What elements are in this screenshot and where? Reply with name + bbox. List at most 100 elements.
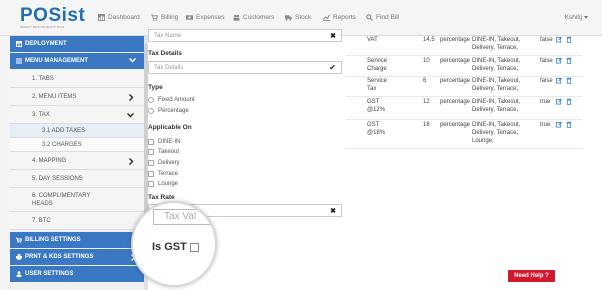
sidebar-item-tabs[interactable]: 1. TABS	[10, 70, 146, 88]
sidebar-item-day-sessions[interactable]: 5. DAY SESSIONS	[10, 170, 146, 188]
tax-applicable-cell: DINE-IN, Takeout, Delivery, Terrace,	[472, 37, 521, 51]
sidebar-prnt-kds-settings[interactable]: PRNT & KDS SETTINGS	[10, 249, 146, 265]
chevron-down-icon	[129, 58, 136, 63]
cart-icon	[151, 14, 158, 21]
tax-details-input[interactable]: Tax Details ✔	[148, 61, 342, 74]
sidebar-label: 4. MAPPING	[32, 157, 67, 164]
sidebar-label: PRNT & KDS SETTINGS	[25, 254, 94, 260]
type-label: Type	[148, 84, 163, 91]
tax-name-cell: GST @12%	[367, 99, 386, 113]
sidebar-label: 2. MENU ITEMS	[32, 93, 77, 100]
nav-label: Find Bill	[376, 14, 400, 21]
type-percentage-radio[interactable]: Percentage	[148, 108, 189, 114]
search-icon	[366, 14, 373, 21]
sidebar-item-add-taxes[interactable]: 3.1 ADD TAXES	[10, 124, 146, 138]
clear-icon[interactable]: ✖	[330, 32, 336, 40]
applicable-delivery-checkbox[interactable]: Delivery	[148, 160, 180, 166]
nav-billing[interactable]: Billing	[151, 14, 178, 21]
tax-value-input-zoomed[interactable]: Tax Val	[153, 209, 215, 225]
tax-type-cell: percentage	[440, 78, 471, 84]
sidebar-item-tax[interactable]: 3. TAX	[10, 106, 146, 124]
tax-name-input[interactable]: Tax Name ✖	[148, 29, 342, 42]
is-gst-field[interactable]: Is GST	[152, 241, 199, 253]
radio-label: Fixed Amount	[158, 97, 195, 103]
nav-stock[interactable]: Stock	[285, 14, 311, 21]
tax-type-cell: percentage	[440, 58, 471, 64]
nav-expenses[interactable]: Expenses	[186, 14, 225, 21]
tax-rate-cell: 14.5	[423, 37, 435, 43]
checkbox[interactable]	[148, 181, 154, 187]
input-placeholder: Tax Val	[164, 211, 197, 222]
nav-label: Reports	[333, 14, 356, 21]
sidebar-user-settings[interactable]: USER SETTINGS	[10, 266, 146, 282]
sidebar: DEPLOYMENT MENU MANAGEMENT 1. TABS 2. ME…	[10, 36, 146, 290]
is-gst-checkbox[interactable]	[189, 242, 199, 252]
applicable-takeout-checkbox[interactable]: Takeout	[148, 149, 179, 155]
users-icon	[233, 14, 240, 21]
applicable-terrace-checkbox[interactable]: Terrace	[148, 171, 178, 177]
edit-icon[interactable]	[556, 98, 562, 105]
tax-applicable-cell: DINE-IN, Takeout, Delivery, Terrace,	[472, 78, 521, 92]
delete-icon[interactable]	[566, 98, 572, 105]
edit-icon[interactable]	[556, 36, 562, 43]
sidebar-deployment[interactable]: DEPLOYMENT	[10, 36, 146, 52]
type-fixed-amount-radio[interactable]: Fixed Amount	[148, 97, 195, 103]
checkbox[interactable]	[148, 139, 154, 145]
user-menu[interactable]: Kshitij	[565, 14, 588, 21]
delete-icon[interactable]	[566, 121, 572, 128]
sidebar-label: BILLING SETTINGS	[25, 237, 81, 243]
tax-row: GST @18% 18 percentage DINE-IN, Takeout, De…	[346, 121, 582, 149]
sidebar-item-mapping[interactable]: 4. MAPPING	[10, 152, 146, 170]
sidebar-label: 6. COMPLIMENTARY HEADS	[32, 192, 91, 207]
sidebar-menu-management[interactable]: MENU MANAGEMENT	[10, 53, 146, 69]
applicable-lounge-checkbox[interactable]: Lounge	[148, 181, 178, 187]
nav-dashboard[interactable]: Dashboard	[98, 14, 140, 21]
checkbox[interactable]	[148, 171, 154, 177]
tax-rate-label: Tax Rate	[148, 194, 175, 201]
delete-icon[interactable]	[566, 57, 572, 64]
radio-label: Percentage	[158, 108, 189, 114]
checkbox[interactable]	[148, 149, 154, 155]
posist-logo[interactable]: POSist SMART RESTAURANT POS	[20, 5, 85, 29]
tax-applicable-cell: DINE-IN, Takeout, Delivery, Terrace,	[472, 99, 521, 113]
tax-applicable-cell: DINE-IN, Takeout, Delivery, Terrace, Lou…	[472, 122, 521, 144]
check-icon: ✔	[329, 63, 336, 72]
sidebar-item-complimentary-heads[interactable]: 6. COMPLIMENTARY HEADS	[10, 188, 146, 212]
clear-icon[interactable]: ✖	[330, 207, 336, 215]
sidebar-item-charges[interactable]: 3.2 CHARGES	[10, 138, 146, 152]
tax-applicable-cell: DINE-IN, Takeout, Delivery, Terrace,	[472, 58, 521, 72]
applicable-dine-in-checkbox[interactable]: DINE-IN	[148, 139, 180, 145]
nav-customers[interactable]: Customers	[233, 14, 274, 21]
edit-icon[interactable]	[556, 77, 562, 84]
cart-icon	[16, 237, 22, 243]
delete-icon[interactable]	[566, 77, 572, 84]
nav-label: Dashboard	[108, 14, 140, 21]
tax-type-cell: percentage	[440, 122, 471, 128]
chevron-right-icon	[129, 94, 134, 101]
tax-gst-cell: false	[540, 78, 553, 84]
nav-label: Stock	[295, 14, 312, 21]
tax-gst-cell: false	[540, 58, 553, 64]
sidebar-item-btc[interactable]: 7. BTC	[10, 212, 146, 230]
chart-icon	[323, 14, 330, 21]
logo-text: POSist	[20, 5, 86, 26]
sidebar-billing-settings[interactable]: BILLING SETTINGS	[10, 232, 146, 248]
edit-icon[interactable]	[556, 121, 562, 128]
user-name: Kshitij	[564, 14, 582, 21]
checkbox-label: Takeout	[158, 149, 180, 155]
chevron-down-icon	[127, 113, 134, 118]
checkbox-label: DINE-IN	[158, 139, 181, 145]
edit-icon[interactable]	[556, 57, 562, 64]
nav-reports[interactable]: Reports	[323, 14, 356, 21]
sidebar-label: 5. DAY SESSIONS	[32, 175, 83, 182]
radio-button[interactable]	[148, 97, 154, 103]
checkbox[interactable]	[148, 160, 154, 166]
radio-button[interactable]	[148, 108, 154, 114]
delete-icon[interactable]	[566, 36, 572, 43]
need-help-button[interactable]: Need Help ?	[508, 270, 555, 282]
printer-icon	[16, 254, 22, 260]
tax-name-cell: Service Tax	[367, 78, 388, 92]
nav-find-bill[interactable]: Find Bill	[366, 14, 399, 21]
sidebar-item-menu-items[interactable]: 2. MENU ITEMS	[10, 88, 146, 106]
tax-row: GST @12% 12 percentage DINE-IN, Takeout, De…	[346, 98, 582, 120]
